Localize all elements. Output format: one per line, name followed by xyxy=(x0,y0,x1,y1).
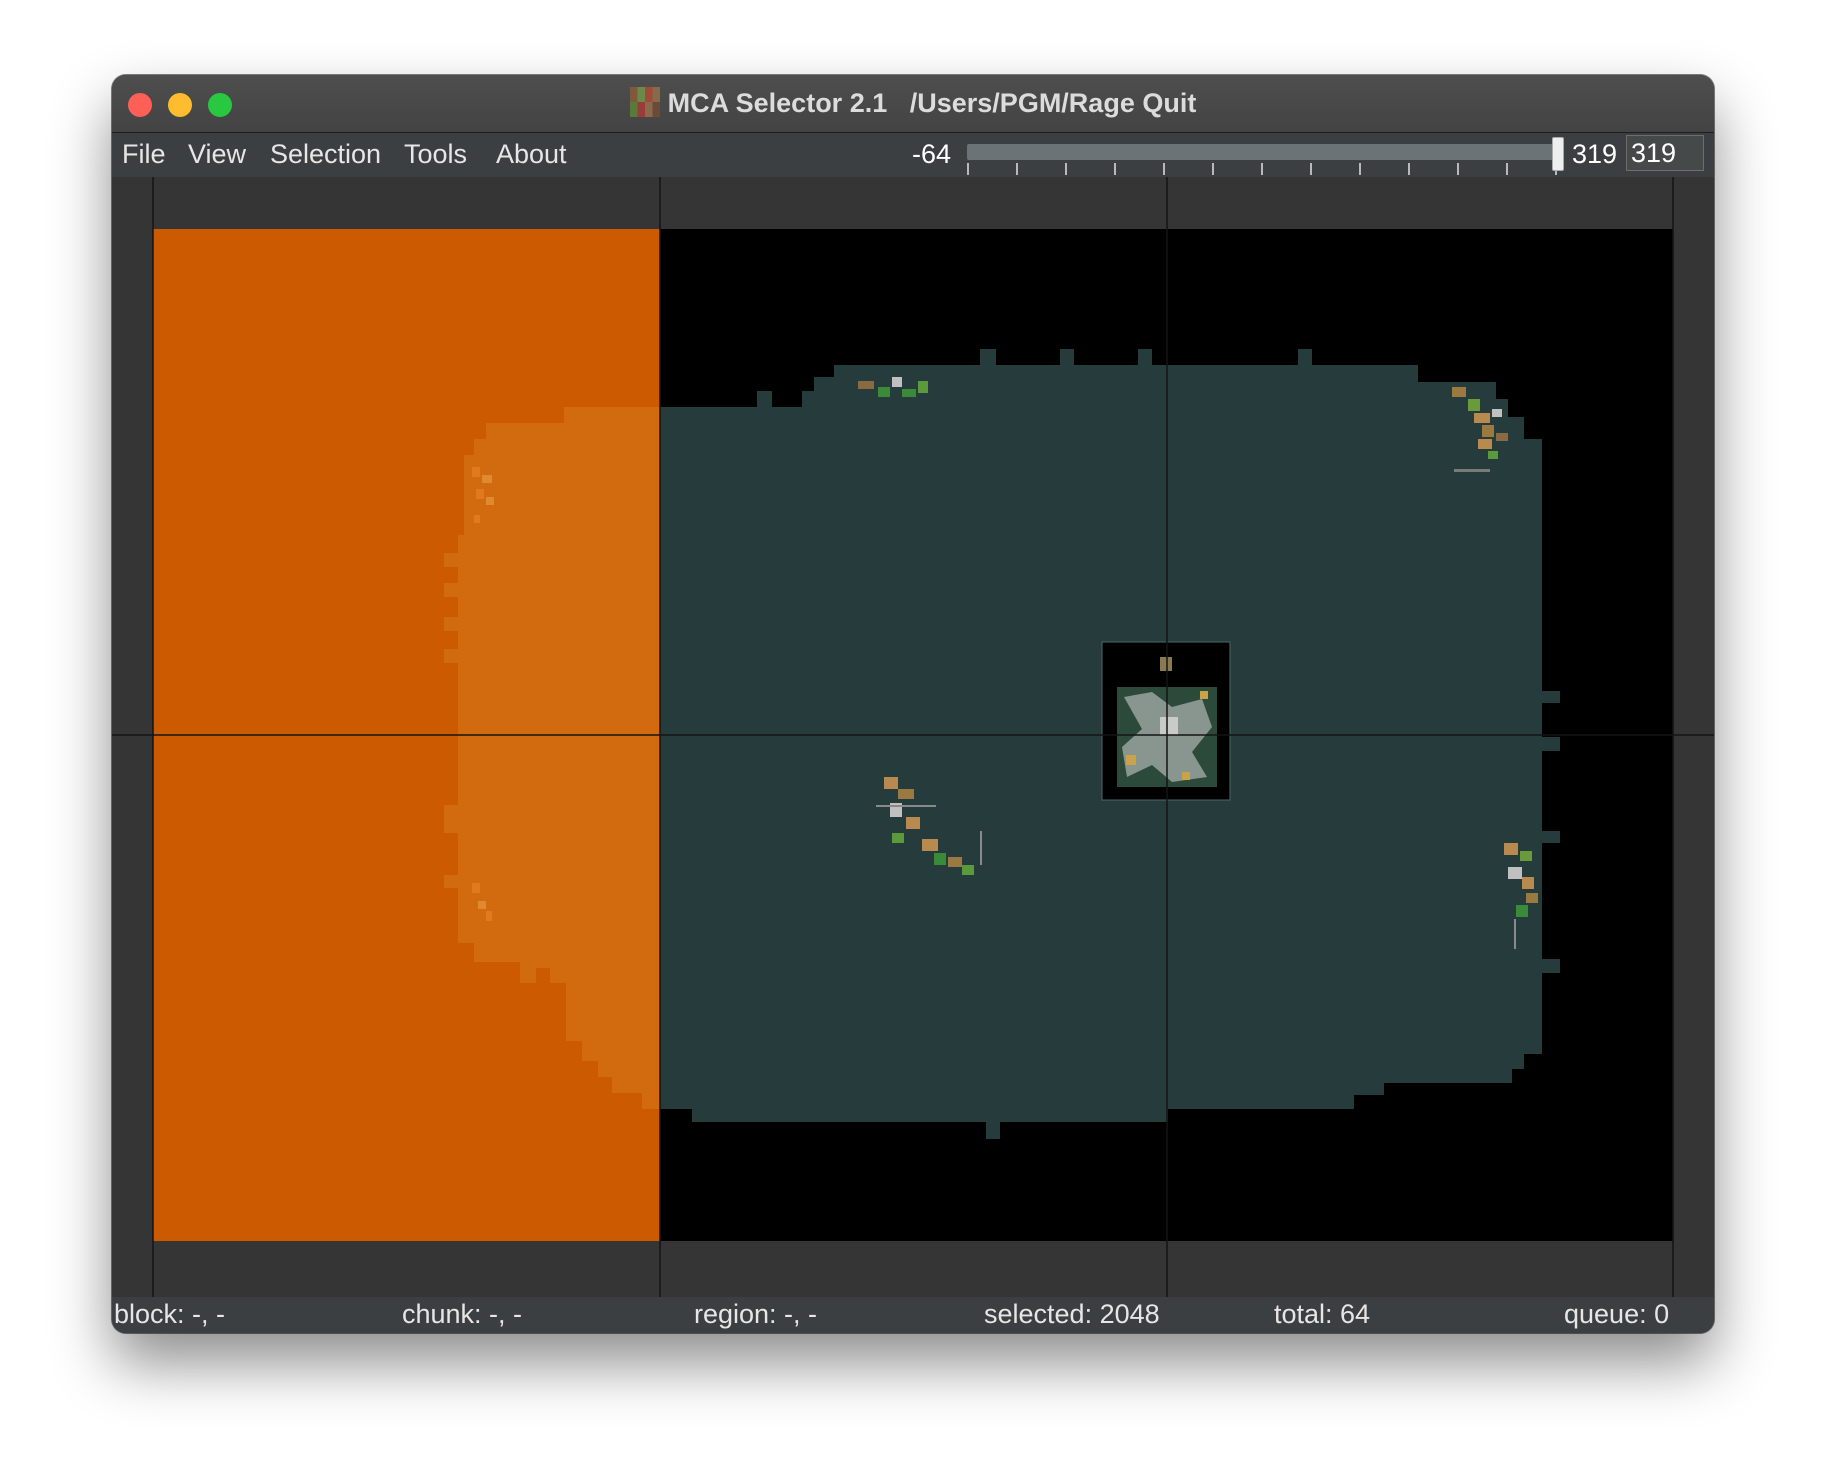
slider-tick xyxy=(1016,163,1018,175)
slider-tick xyxy=(1114,163,1116,175)
window-path: /Users/PGM/Rage Quit xyxy=(909,88,1197,118)
slider-tick xyxy=(1408,163,1410,175)
slider-tick xyxy=(1310,163,1312,175)
height-slider-ticks xyxy=(967,163,1557,175)
menu-about[interactable]: About xyxy=(496,139,567,170)
map-spawn-detail-2 xyxy=(1200,691,1208,699)
slider-tick xyxy=(1457,163,1459,175)
map-spawn-marker xyxy=(1160,657,1172,671)
slider-tick xyxy=(1261,163,1263,175)
map-canvas[interactable] xyxy=(112,177,1714,1297)
status-selected: selected: 2048 xyxy=(984,1299,1160,1329)
window-title-text: MCA Selector 2.1 xyxy=(667,88,888,118)
height-input[interactable] xyxy=(1626,135,1704,171)
menu-selection[interactable]: Selection xyxy=(270,139,381,170)
title-bar[interactable]: MCA Selector 2.1 /Users/PGM/Rage Quit xyxy=(112,75,1714,133)
status-block: block: -, - xyxy=(114,1299,226,1329)
map-viewport[interactable] xyxy=(112,177,1714,1297)
window-title: MCA Selector 2.1 /Users/PGM/Rage Quit xyxy=(112,87,1714,119)
height-slider-track[interactable] xyxy=(967,144,1557,160)
app-window: MCA Selector 2.1 /Users/PGM/Rage Quit Fi… xyxy=(112,75,1714,1333)
app-icon xyxy=(629,87,660,117)
slider-tick xyxy=(1212,163,1214,175)
menu-file[interactable]: File xyxy=(122,139,166,170)
map-spawn-detail-3 xyxy=(1182,772,1190,780)
slider-tick xyxy=(1506,163,1508,175)
map-spawn-detail xyxy=(1126,755,1136,765)
status-region: region: -, - xyxy=(694,1299,818,1329)
menu-bar: File View Selection Tools About -64 319 xyxy=(112,133,1714,177)
slider-tick xyxy=(1359,163,1361,175)
height-slider-max-label: 319 xyxy=(1572,139,1618,169)
status-queue: queue: 0 xyxy=(1564,1299,1670,1329)
menu-view[interactable]: View xyxy=(188,139,246,170)
height-slider-min-label: -64 xyxy=(912,139,952,169)
status-bar: block: -, - chunk: -, - region: -, - sel… xyxy=(112,1297,1714,1333)
slider-tick xyxy=(967,163,969,175)
height-slider-thumb[interactable] xyxy=(1552,137,1564,171)
status-total: total: 64 xyxy=(1274,1299,1371,1329)
status-chunk: chunk: -, - xyxy=(402,1299,523,1329)
map-spawn-feature-2 xyxy=(1160,717,1178,735)
menu-tools[interactable]: Tools xyxy=(404,139,467,170)
slider-tick xyxy=(1065,163,1067,175)
slider-tick xyxy=(1163,163,1165,175)
